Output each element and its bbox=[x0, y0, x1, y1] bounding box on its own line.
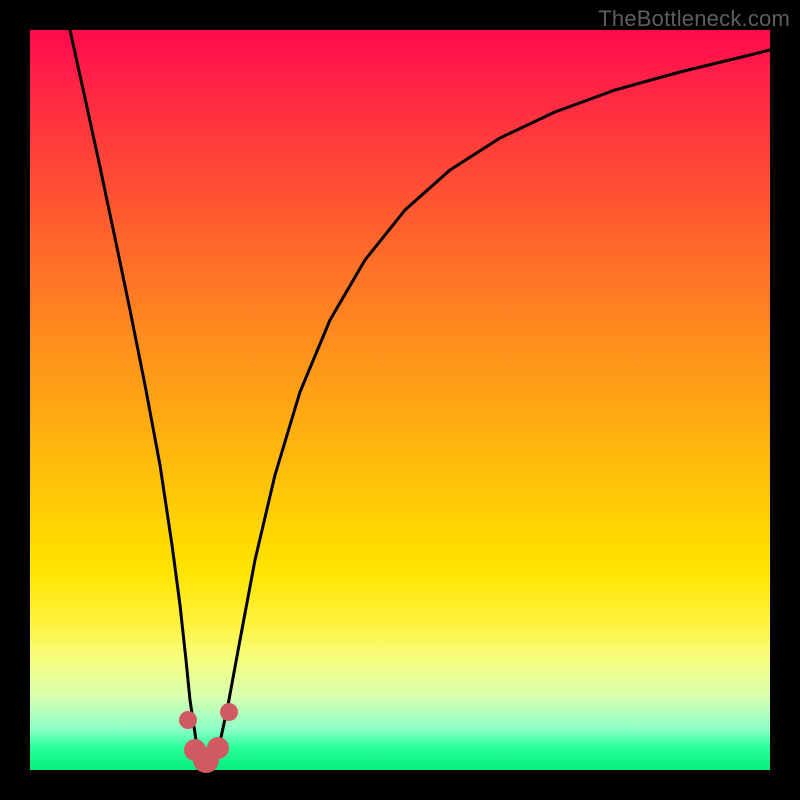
bottleneck-curve bbox=[70, 30, 770, 765]
plot-area bbox=[30, 30, 770, 770]
chart-svg bbox=[30, 30, 770, 770]
valley-markers bbox=[179, 703, 238, 773]
valley-bottom-r bbox=[207, 737, 229, 759]
valley-left bbox=[179, 711, 197, 729]
valley-right bbox=[220, 703, 238, 721]
outer-frame: TheBottleneck.com bbox=[0, 0, 800, 800]
watermark-text: TheBottleneck.com bbox=[598, 6, 790, 32]
